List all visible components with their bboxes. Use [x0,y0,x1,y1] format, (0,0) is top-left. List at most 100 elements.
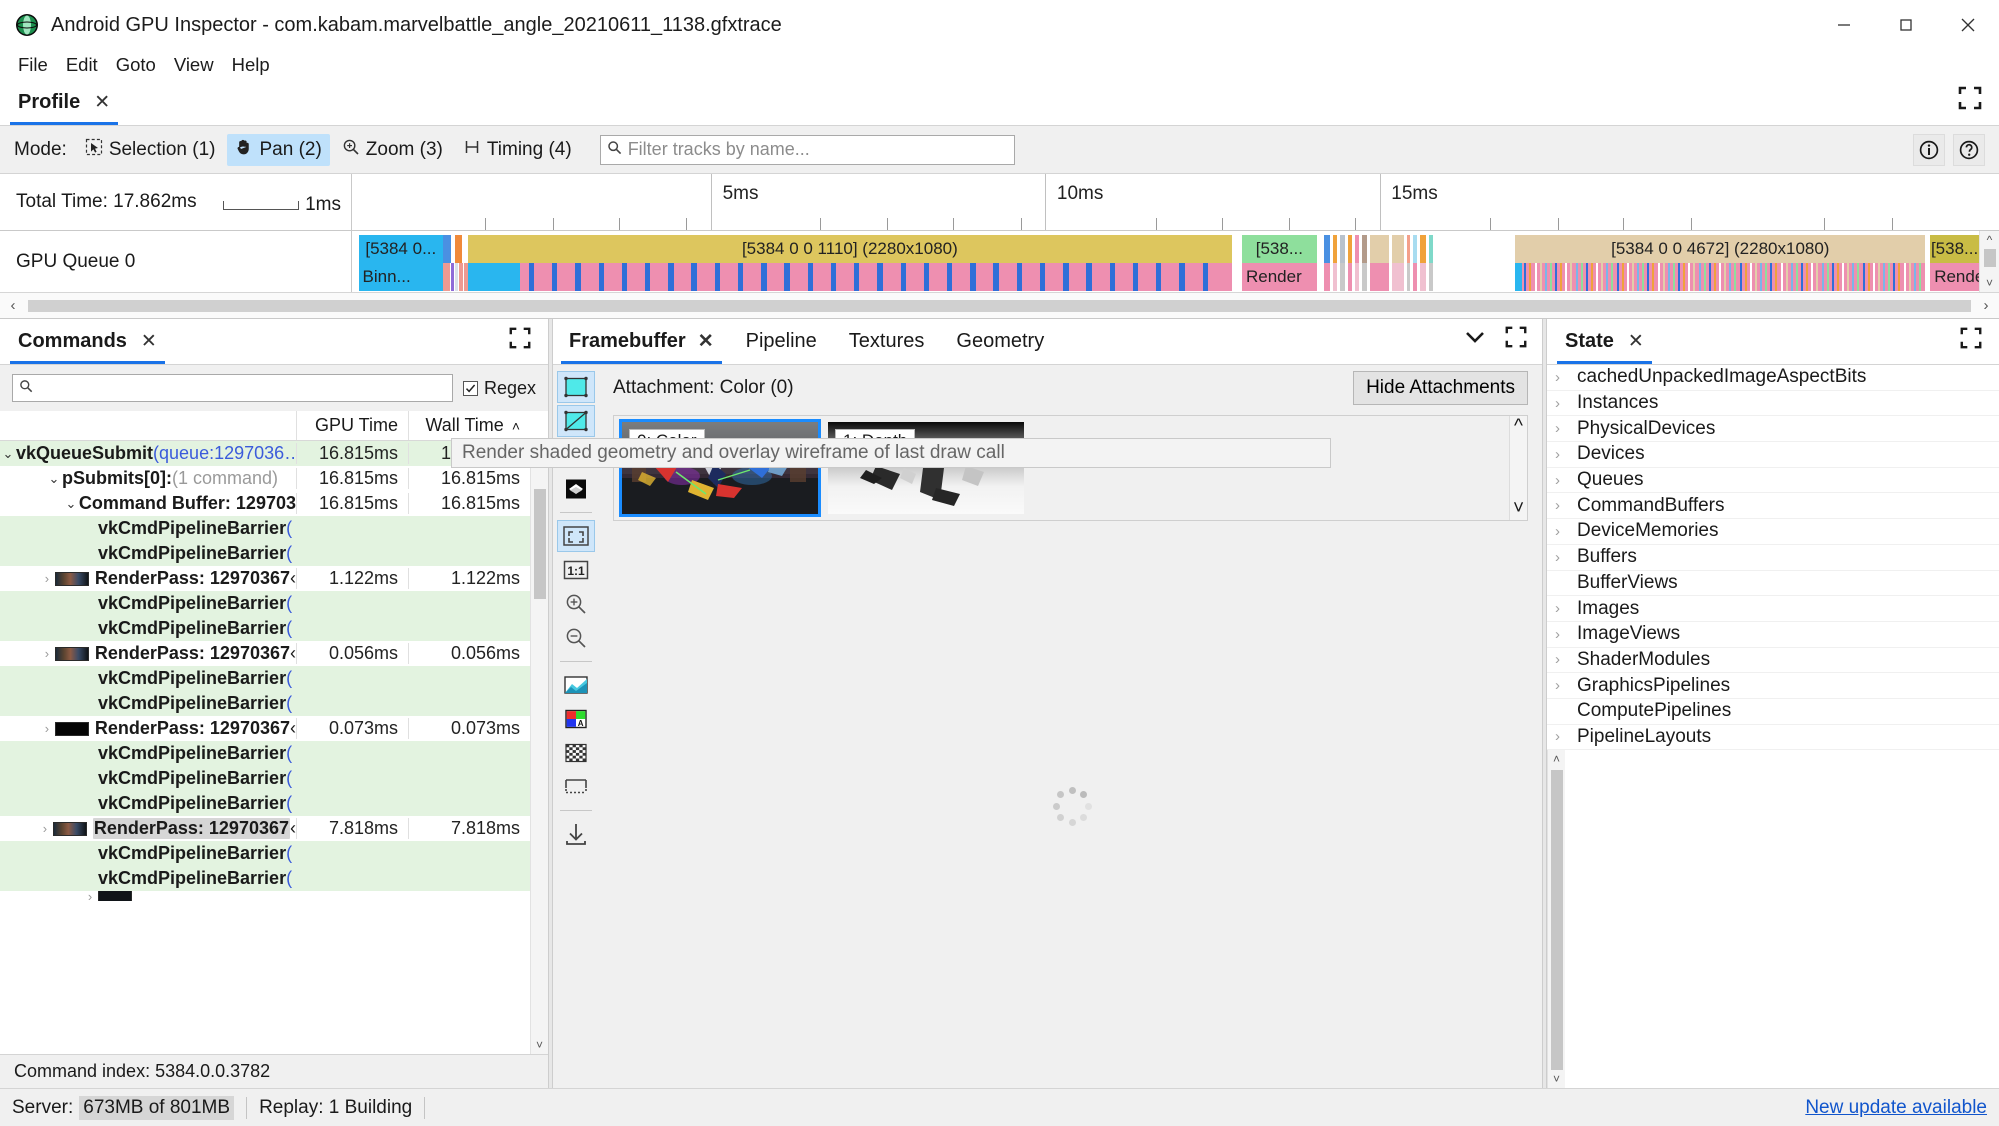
chevron-right-icon[interactable]: › [1555,472,1577,489]
color-channels-icon[interactable]: A [557,703,595,735]
track-segment-top[interactable] [1413,235,1418,263]
attachments-vscrollbar[interactable]: ^ ˅ [1509,416,1527,520]
download-icon[interactable] [557,818,595,850]
attachment-thumb-color[interactable]: 0: Color [619,419,821,517]
zoom-in-icon[interactable] [557,588,595,620]
menu-help[interactable]: Help [224,51,278,79]
track-segment-draws[interactable] [1515,263,1926,291]
track-segment-top[interactable]: [5384 0 0 4672] (2280x1080) [1515,235,1926,263]
chevron-down-icon[interactable] [1462,328,1488,352]
chevron-up-icon[interactable]: ˄ [1548,750,1565,768]
table-row[interactable]: › [0,891,530,901]
tab-commands[interactable]: Commands ✕ [0,319,175,364]
timeline-hscrollbar[interactable]: ‹ › [0,293,1999,319]
fit-to-window-icon[interactable] [557,520,595,552]
track-segment-top[interactable] [1406,235,1411,263]
new-update-link[interactable]: New update available [1805,1097,1987,1119]
chevron-right-icon[interactable]: › [1555,395,1577,412]
regex-checkbox[interactable] [462,380,478,396]
attachment-thumb-depth[interactable]: 1: Depth [828,422,1024,514]
track-segment-top[interactable] [1323,235,1330,263]
chevron-right-icon[interactable]: › [1555,728,1577,745]
track-segment-top[interactable] [1370,235,1390,263]
expand-icon[interactable] [1959,326,1983,356]
chevron-right-icon[interactable]: › [1555,677,1577,694]
list-item[interactable]: › cachedUnpackedImageAspectBits [1547,365,1999,391]
chevron-right-icon[interactable]: › [37,821,53,836]
tab-state-close-icon[interactable]: ✕ [1628,332,1644,351]
table-row[interactable]: vkCmdPipelineBarrier( [0,541,530,566]
state-tree[interactable]: › cachedUnpackedImageAspectBits › Instances… [1547,365,1999,750]
help-icon[interactable] [1953,133,1985,166]
track-segment-bottom[interactable] [467,263,520,291]
track-segment-top[interactable] [1340,235,1346,263]
chevron-right-icon[interactable]: › [1555,523,1577,540]
chevron-down-icon[interactable]: ˅ [1548,1070,1565,1088]
table-row[interactable]: › RenderPass: 12970367 ‹ 0.073ms 0.073ms [0,716,530,741]
shaded-wireframe-icon[interactable] [557,405,595,437]
chevron-down-icon[interactable]: ⌄ [0,446,16,462]
track-segment-top[interactable] [1354,235,1359,263]
table-row[interactable]: vkCmdPipelineBarrier( [0,666,530,691]
track-segment-top[interactable]: [5384 0 0 1110] (2280x1080) [467,235,1233,263]
track-segment-top[interactable]: [5384 0... [358,235,444,263]
list-item[interactable]: BufferViews [1547,571,1999,597]
chevron-up-icon[interactable]: ^ [1514,416,1523,438]
track-segment-bottom[interactable] [1323,263,1330,291]
track-segment-top[interactable] [1333,235,1338,263]
column-header-gpu-time[interactable]: GPU Time [296,411,408,440]
table-row[interactable]: vkCmdPipelineBarrier( [0,516,530,541]
table-row[interactable]: vkCmdPipelineBarrier( [0,616,530,641]
close-button[interactable] [1937,0,1999,50]
tab-framebuffer-close-icon[interactable]: ✕ [698,332,714,351]
list-item[interactable]: › PipelineLayouts [1547,725,1999,750]
track-segment-top[interactable]: [538... [1241,235,1317,263]
commands-search-field[interactable] [12,374,453,402]
zoom-out-icon[interactable] [557,622,595,654]
list-item[interactable]: › PhysicalDevices [1547,416,1999,443]
timeline-scroll-thumb[interactable] [28,299,1971,312]
chevron-right-icon[interactable]: › [1555,369,1577,386]
crop-icon[interactable] [557,771,595,803]
track-segment-bottom[interactable] [1370,263,1390,291]
track-segment-top[interactable] [1392,235,1404,263]
track-segment-bottom[interactable] [1392,263,1404,291]
chevron-up-icon[interactable]: ^ [1980,231,1999,249]
track-segment-top[interactable] [1348,235,1352,263]
chevron-right-icon[interactable]: › [1555,651,1577,668]
table-row[interactable]: › RenderPass: 12970367 ‹ 0.056ms 0.056ms [0,641,530,666]
track-segment-bottom[interactable]: Binn... [358,263,444,291]
chevron-right-icon[interactable]: › [39,721,55,736]
scroll-right-icon[interactable]: › [1973,293,1999,319]
mode-timing-button[interactable]: Timing (4) [455,134,580,166]
chevron-down-icon[interactable]: ⌄ [46,471,62,487]
chevron-right-icon[interactable]: › [1555,549,1577,566]
table-row[interactable]: vkCmdPipelineBarrier( [0,841,530,866]
table-row[interactable]: vkCmdPipelineBarrier( [0,741,530,766]
minimize-button[interactable] [1813,0,1875,50]
chevron-down-icon[interactable]: ˅ [531,1036,548,1054]
timeline-vscrollbar[interactable]: ^ ˅ [1979,231,1999,292]
column-header-name[interactable] [0,411,296,440]
track-header[interactable]: GPU Queue 0 [0,231,352,292]
list-item[interactable]: › Images [1547,596,1999,622]
list-item[interactable]: › ImageViews [1547,622,1999,648]
overdraw-icon[interactable] [557,473,595,505]
list-item[interactable]: › ShaderModules [1547,648,1999,674]
track-segment-cluster[interactable] [1322,235,1511,291]
chevron-right-icon[interactable]: › [82,891,98,901]
menu-file[interactable]: File [10,51,56,79]
commands-search-input[interactable] [38,378,446,398]
menu-edit[interactable]: Edit [58,51,106,79]
info-icon[interactable] [1913,133,1945,166]
table-row[interactable]: ⌄ pSubmits[0]: (1 command) 16.815ms 16.815m… [0,466,530,491]
tab-profile-close-icon[interactable]: ✕ [94,93,110,112]
table-row[interactable]: vkCmdPipelineBarrier( [0,791,530,816]
actual-size-icon[interactable]: 1:1 [557,554,595,586]
tab-state[interactable]: State ✕ [1547,319,1662,364]
tab-pipeline[interactable]: Pipeline [730,319,833,364]
track-segment-top[interactable] [1420,235,1426,263]
track-segment-bottom[interactable] [1340,263,1346,291]
track-segment-top[interactable] [1428,235,1433,263]
tab-profile[interactable]: Profile ✕ [0,80,128,125]
